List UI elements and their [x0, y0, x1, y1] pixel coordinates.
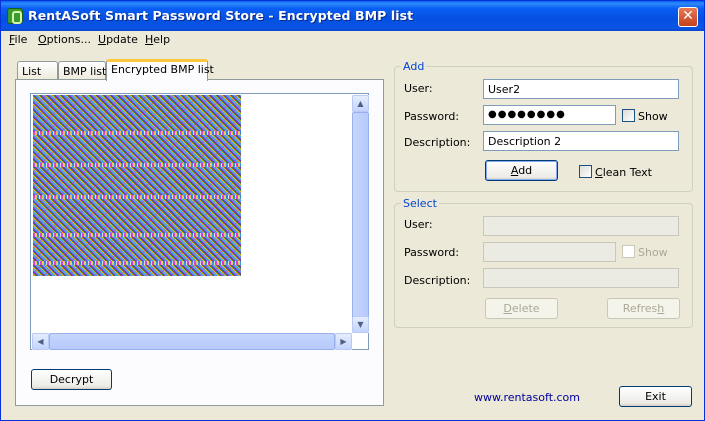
menu-update-label: pdate [106, 33, 138, 46]
delete-button: Delete [485, 298, 558, 319]
vertical-scrollbar[interactable]: ▲ ▼ [352, 95, 369, 333]
scroll-left-icon[interactable]: ◀ [32, 333, 49, 350]
add-show-checkbox[interactable] [622, 109, 635, 122]
decrypt-button[interactable]: Decrypt [31, 369, 112, 390]
menu-bar: File Options... Update Help [1, 31, 704, 49]
add-button-label: dd [518, 164, 533, 177]
delete-button-label: elete [511, 302, 540, 315]
refresh-button-accel: h [657, 302, 665, 315]
add-show-label[interactable]: Show [638, 110, 668, 123]
clean-text-label[interactable]: Clean Text [595, 166, 652, 179]
menu-file[interactable]: File [9, 33, 27, 46]
scroll-up-icon[interactable]: ▲ [352, 95, 369, 112]
encrypted-bitmap-image [33, 95, 241, 276]
add-button[interactable]: Add [485, 160, 558, 181]
add-description-field[interactable]: Description 2 [483, 131, 679, 151]
menu-update-accel: U [98, 33, 107, 46]
noise-band [33, 233, 241, 237]
select-description-label: Description: [404, 274, 471, 287]
tab-list[interactable]: List [17, 61, 58, 81]
noise-band [33, 195, 241, 199]
exit-button[interactable]: Exit [619, 386, 692, 407]
refresh-button-label: Refres [622, 302, 658, 315]
add-group-title: Add [401, 60, 427, 73]
noise-band [33, 163, 241, 167]
add-description-label: Description: [404, 136, 471, 149]
select-description-field [483, 268, 679, 288]
menu-options-label: ptions... [46, 33, 91, 46]
scroll-right-icon[interactable]: ▶ [335, 333, 352, 350]
clean-text-checkbox[interactable] [579, 165, 592, 178]
website-link[interactable]: www.rentasoft.com [474, 391, 580, 404]
tab-bmp-list[interactable]: BMP list [58, 61, 106, 81]
scroll-down-icon[interactable]: ▼ [352, 316, 369, 333]
select-password-label: Password: [404, 246, 460, 259]
refresh-button: Refresh [607, 298, 680, 319]
select-password-field [483, 242, 616, 262]
close-button[interactable]: ✕ [678, 7, 698, 27]
clean-text-rest: lean Text [602, 166, 652, 179]
select-show-label: Show [638, 246, 668, 259]
noise-band [33, 261, 241, 265]
select-user-field [483, 216, 679, 236]
noise-band [33, 131, 241, 135]
vertical-scroll-thumb[interactable] [352, 112, 369, 332]
menu-options[interactable]: Options... [38, 33, 91, 46]
clean-text-accel: C [595, 166, 603, 179]
menu-help-label: elp [153, 33, 171, 46]
menu-update[interactable]: Update [98, 33, 138, 46]
menu-help[interactable]: Help [145, 33, 170, 46]
app-window: RentASoft Smart Password Store - Encrypt… [0, 0, 705, 421]
add-password-field[interactable]: ●●●●●●●● [483, 105, 616, 125]
horizontal-scroll-thumb[interactable] [49, 333, 335, 350]
add-password-label: Password: [404, 110, 460, 123]
select-group-title: Select [401, 197, 439, 210]
encrypted-bmp-view[interactable]: ▲ ▼ ◀ ▶ [30, 93, 369, 350]
add-user-label: User: [404, 82, 433, 95]
menu-options-accel: O [38, 33, 47, 46]
add-user-field[interactable]: User2 [483, 79, 679, 99]
select-show-checkbox [622, 245, 635, 258]
select-user-label: User: [404, 218, 433, 231]
tab-encrypted-bmp-list[interactable]: Encrypted BMP list [106, 59, 214, 81]
app-logo-icon [7, 8, 23, 24]
menu-file-label: ile [14, 33, 28, 46]
horizontal-scrollbar[interactable]: ◀ ▶ [32, 333, 352, 350]
delete-button-accel: D [503, 302, 512, 315]
window-title: RentASoft Smart Password Store - Encrypt… [28, 8, 414, 23]
title-bar[interactable]: RentASoft Smart Password Store - Encrypt… [1, 1, 704, 31]
